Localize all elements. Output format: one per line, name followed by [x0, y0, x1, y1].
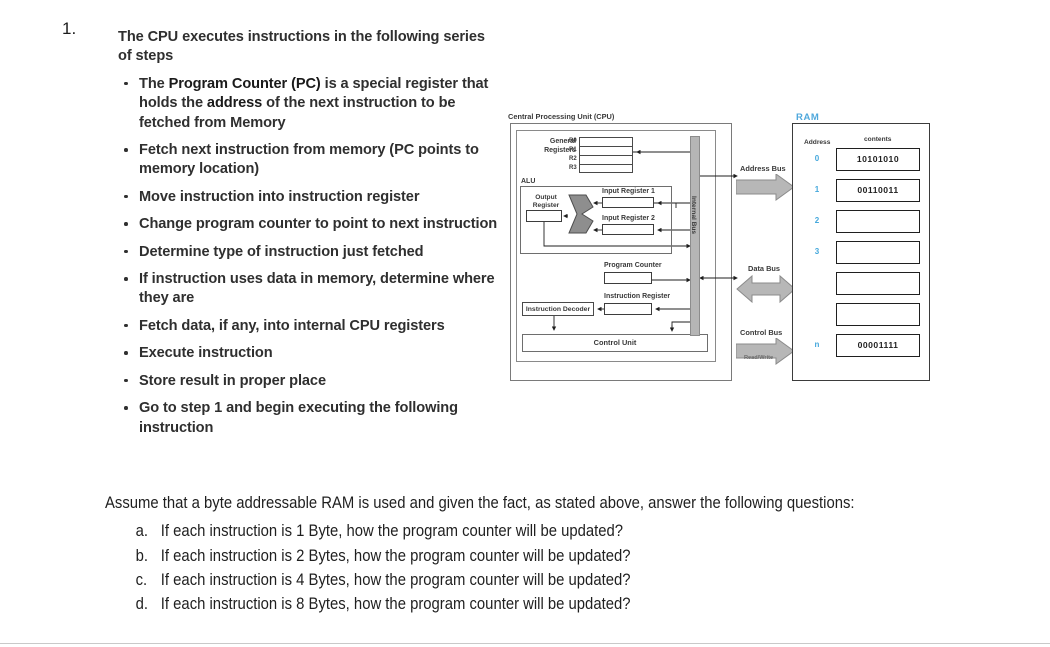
- data-bus-label: Data Bus: [748, 264, 781, 273]
- ram-address-header: Address: [804, 139, 831, 146]
- bullet-dot-icon: [124, 378, 128, 383]
- ram-cell: 10101010: [836, 148, 920, 171]
- output-register-label: Output Register: [532, 194, 560, 209]
- cpu-step-item: If instruction uses data in memory, dete…: [118, 270, 500, 309]
- control-bus-label: Control Bus: [740, 328, 783, 337]
- cpu-step-item: Change program counter to point to next …: [118, 215, 500, 234]
- sub-question-text: If each instruction is 8 Bytes, how the …: [160, 595, 631, 614]
- cpu-step-text: If instruction uses data in memory, dete…: [139, 271, 495, 307]
- slide-intro-text: The CPU executes instructions in the fol…: [118, 29, 485, 65]
- ram-cell-address: n: [814, 340, 820, 349]
- general-register-row: R3: [569, 164, 633, 173]
- internal-bus-label: Internal Bus: [690, 196, 697, 235]
- general-register-row: R2: [569, 155, 633, 164]
- general-register-name: R3: [569, 165, 577, 171]
- sub-question-marker: c.: [135, 570, 148, 589]
- cpu-step-item: Fetch next instruction from memory (PC p…: [118, 141, 500, 180]
- instruction-register-label: Instruction Register: [604, 293, 671, 300]
- cpu-step-item: Determine type of instruction just fetch…: [118, 243, 500, 262]
- general-register-name: R2: [569, 156, 577, 162]
- cpu-step-text: Fetch data, if any, into internal CPU re…: [139, 317, 445, 334]
- general-register-name: R1: [569, 147, 577, 153]
- question-number: 1.: [62, 19, 77, 38]
- bullet-dot-icon: [124, 81, 128, 86]
- instruction-decoder-box: Instruction Decoder: [522, 302, 594, 316]
- bullet-dot-icon: [124, 194, 128, 199]
- alu-label: ALU: [521, 178, 536, 185]
- input-register-1-box: [602, 197, 654, 208]
- question-block: Assume that a byte addressable RAM is us…: [105, 492, 915, 616]
- cpu-step-item: Store result in proper place: [118, 372, 500, 391]
- sub-question-marker: b.: [135, 546, 148, 565]
- cpu-step-text: The Program Counter (PC) is a special re…: [139, 75, 489, 131]
- general-register-row: R1: [569, 146, 633, 155]
- sub-question-item: c. If each instruction is 4 Bytes, how th…: [105, 568, 915, 592]
- ram-cell-address: 0: [814, 154, 820, 163]
- ram-cell: [836, 241, 920, 264]
- cpu-step-item: Move instruction into instruction regist…: [118, 188, 500, 207]
- bullet-dot-icon: [124, 406, 128, 410]
- cpu-step-text: Fetch next instruction from memory (PC p…: [139, 142, 479, 178]
- read-write-label: Read/Write: [744, 355, 774, 361]
- cpu-step-item: The Program Counter (PC) is a special re…: [118, 75, 500, 133]
- control-unit-box: Control Unit: [522, 334, 708, 352]
- sub-question-item: a. If each instruction is 1 Byte, how the…: [105, 519, 915, 543]
- cpu-step-item: Execute instruction: [118, 344, 500, 363]
- address-bus-label: Address Bus: [740, 164, 786, 173]
- cpu-step-text: Go to step 1 and begin executing the fol…: [139, 400, 458, 436]
- bullet-dot-icon: [124, 222, 128, 226]
- cpu-step-text: Move instruction into instruction regist…: [139, 188, 420, 205]
- bullet-dot-icon: [124, 277, 128, 281]
- data-bus-arrow-icon: [736, 274, 796, 304]
- general-registers-stack: R0 R1 R2 R3: [569, 137, 633, 173]
- address-bus-arrow-icon: [736, 174, 795, 201]
- ram-contents-header: contents: [864, 136, 892, 143]
- ram-cell: [836, 272, 920, 295]
- ram-cell: 00110011: [836, 179, 920, 202]
- instruction-register-box: [604, 303, 652, 315]
- ram-cell-address: 2: [814, 216, 820, 225]
- sub-question-marker: d.: [135, 595, 148, 614]
- output-register-box: [526, 210, 562, 222]
- ram-cell: [836, 210, 920, 233]
- cpu-step-text: Determine type of instruction just fetch…: [139, 243, 424, 260]
- internal-bus-bar: [690, 136, 700, 336]
- sub-question-text: If each instruction is 4 Bytes, how the …: [160, 570, 631, 589]
- sub-question-marker: a.: [135, 522, 148, 541]
- ram-cell: [836, 303, 920, 326]
- cpu-step-text: Change program counter to point to next …: [139, 216, 498, 233]
- program-counter-box: [604, 272, 652, 284]
- cpu-steps-list: The Program Counter (PC) is a special re…: [118, 75, 500, 438]
- cpu-step-text: Store result in proper place: [139, 372, 326, 389]
- input-register-2-label: Input Register 2: [602, 215, 655, 222]
- cpu-step-item: Fetch data, if any, into internal CPU re…: [118, 317, 500, 336]
- program-counter-label: Program Counter: [604, 262, 662, 269]
- ram-cell-address: 1: [814, 185, 820, 194]
- sub-question-list: a. If each instruction is 1 Byte, how the…: [105, 519, 915, 616]
- cpu-step-item: Go to step 1 and begin executing the fol…: [118, 399, 500, 438]
- general-register-row: R0: [569, 137, 633, 146]
- ram-cell: 00001111: [836, 334, 920, 357]
- input-register-2-box: [602, 224, 654, 235]
- cpu-ram-block-diagram: Central Processing Unit (CPU) RAM Genera…: [504, 112, 944, 384]
- cpu-steps-slide: The CPU executes instructions in the fol…: [118, 28, 500, 446]
- bullet-dot-icon: [124, 351, 128, 355]
- ram-cell-address: 3: [814, 247, 820, 256]
- general-register-name: R0: [569, 138, 577, 144]
- control-bus-arrow-icon: [736, 338, 795, 365]
- sub-question-item: d. If each instruction is 8 Bytes, how th…: [105, 592, 915, 616]
- assume-text: Assume that a byte addressable RAM is us…: [105, 494, 855, 512]
- sub-question-text: If each instruction is 2 Bytes, how the …: [160, 546, 631, 565]
- bottom-divider: [0, 643, 1050, 644]
- alu-shape-icon: [568, 194, 594, 234]
- bullet-dot-icon: [124, 323, 128, 328]
- cpu-step-text: Execute instruction: [139, 345, 273, 362]
- bullet-dot-icon: [124, 249, 128, 254]
- bullet-dot-icon: [124, 148, 128, 152]
- sub-question-text: If each instruction is 1 Byte, how the p…: [160, 522, 624, 541]
- sub-question-item: b. If each instruction is 2 Bytes, how th…: [105, 544, 915, 568]
- input-register-1-label: Input Register 1: [602, 188, 655, 195]
